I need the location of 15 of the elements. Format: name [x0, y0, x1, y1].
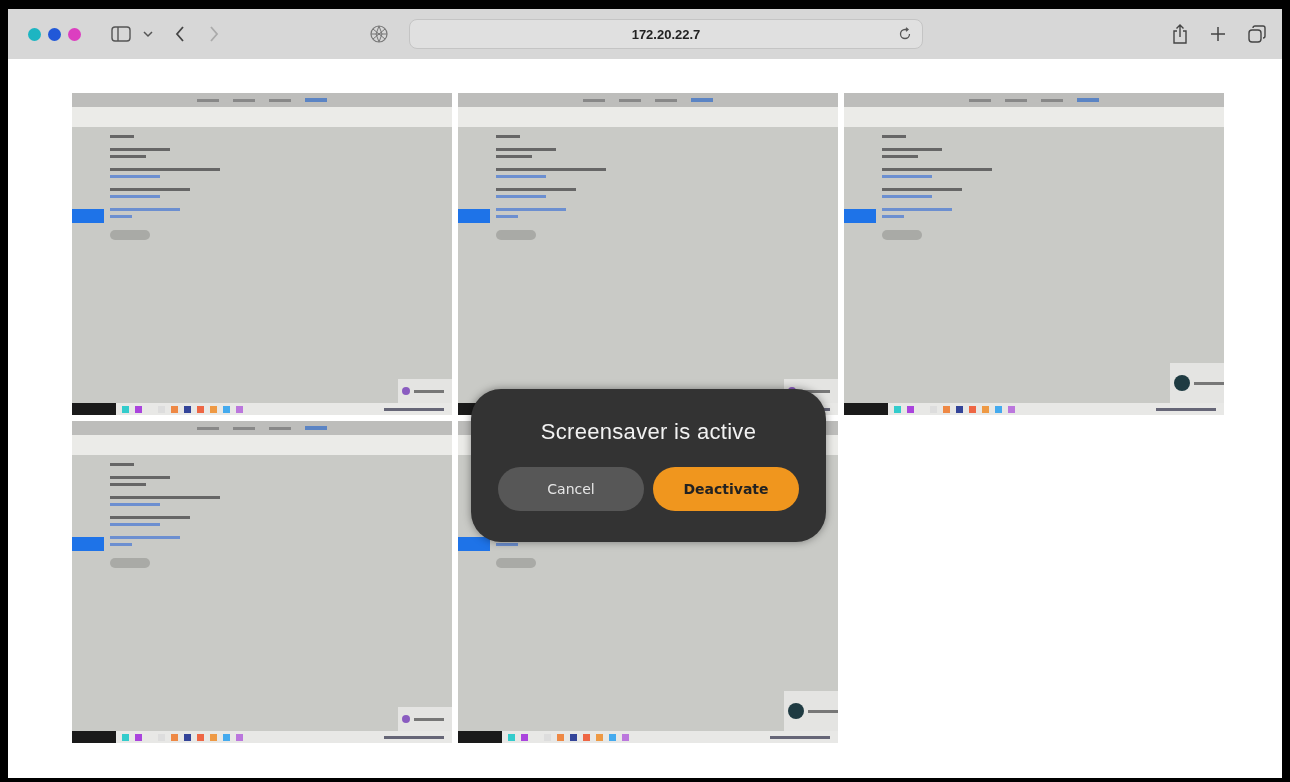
tabs-icon[interactable] [1248, 25, 1266, 43]
cancel-button[interactable]: Cancel [498, 467, 644, 511]
chevron-down-icon[interactable] [143, 30, 153, 38]
dialog-title: Screensaver is active [540, 419, 757, 445]
screenshot-drawing[interactable] [458, 93, 838, 415]
window-control-icon[interactable] [48, 27, 61, 41]
back-icon[interactable] [175, 25, 185, 43]
deactivate-button[interactable]: Deactivate [653, 467, 799, 511]
plus-icon[interactable] [1210, 26, 1226, 42]
window-control-icon[interactable] [68, 27, 81, 41]
address-field[interactable]: 172.20.22.7 [409, 19, 923, 49]
network-icon[interactable] [369, 24, 389, 44]
reload-icon[interactable] [898, 27, 912, 41]
sidebar-icon[interactable] [111, 26, 131, 42]
share-icon[interactable] [1172, 24, 1188, 44]
